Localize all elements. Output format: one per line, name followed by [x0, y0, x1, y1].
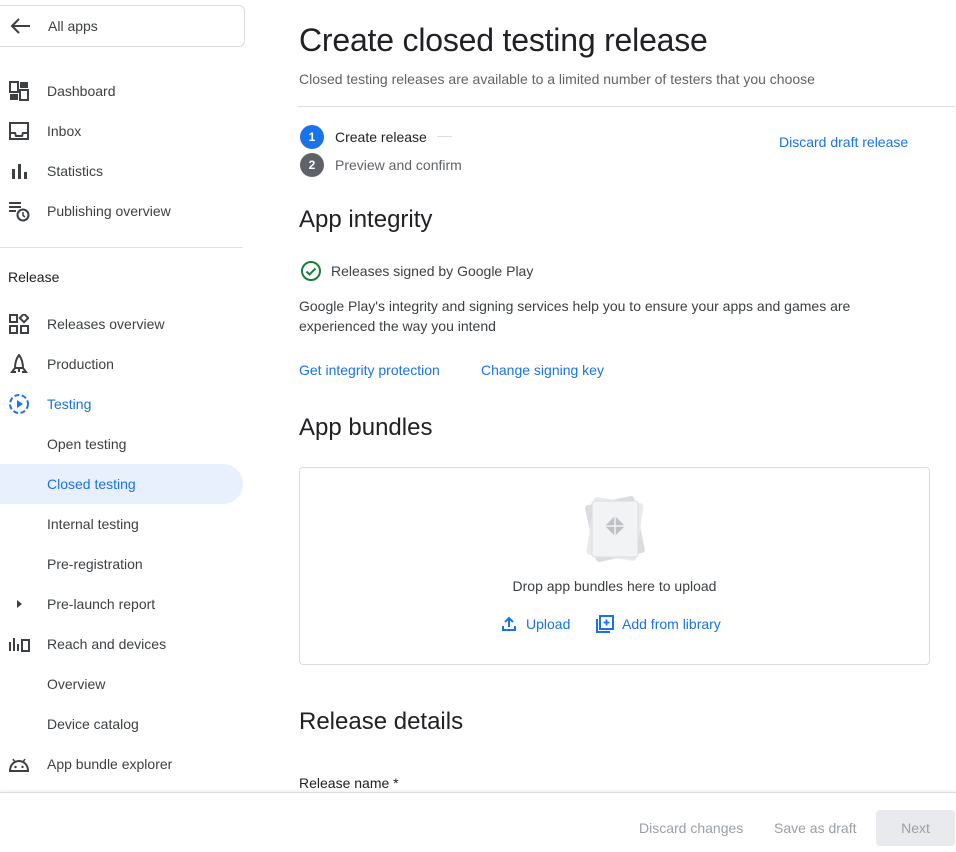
add-from-library-label: Add from library [622, 616, 721, 632]
upload-label: Upload [526, 616, 571, 632]
sidebar-item-app-bundle-explorer[interactable]: App bundle explorer [0, 744, 243, 784]
caret-right-icon[interactable] [8, 593, 30, 615]
sidebar-item-label: Releases overview [47, 316, 165, 332]
releases-overview-icon [8, 313, 30, 335]
integrity-status: Releases signed by Google Play [300, 260, 533, 282]
sidebar-item-reach-and-devices[interactable]: Reach and devices [0, 624, 243, 664]
upload-button[interactable]: Upload [500, 615, 570, 633]
reach-devices-icon [8, 633, 30, 655]
sidebar-item-closed-testing[interactable]: Closed testing [0, 464, 243, 504]
sidebar-item-label: Pre-launch report [47, 596, 156, 612]
sidebar-item-label: Testing [47, 396, 92, 412]
bar-chart-icon [8, 160, 30, 182]
sidebar: All apps Dashboard Inbox Statistics Publ… [0, 0, 245, 792]
library-add-icon [596, 615, 614, 633]
sidebar-item-label: Device catalog [47, 716, 139, 732]
next-button[interactable]: Next [876, 810, 955, 846]
arrow-back-icon [10, 18, 30, 34]
sidebar-divider [0, 247, 243, 248]
change-signing-key-link[interactable]: Change signing key [481, 362, 604, 378]
bundle-upload-illustration [585, 495, 645, 563]
header-divider [298, 106, 955, 107]
release-name-label: Release name * [299, 775, 399, 791]
upload-icon [502, 616, 516, 631]
sidebar-item-label: Publishing overview [47, 203, 171, 219]
production-icon [8, 353, 30, 375]
add-from-library-button[interactable]: Add from library [596, 615, 721, 633]
sidebar-item-label: Statistics [47, 163, 104, 179]
step-preview-confirm: 2 Preview and confirm [300, 153, 462, 177]
step-number: 2 [300, 153, 324, 177]
testing-icon [8, 393, 30, 415]
sidebar-item-label: App bundle explorer [47, 756, 173, 772]
sidebar-item-publishing-overview[interactable]: Publishing overview [0, 191, 243, 231]
sidebar-item-inbox[interactable]: Inbox [0, 111, 243, 151]
app-bundles-heading: App bundles [299, 414, 433, 441]
sidebar-item-open-testing[interactable]: Open testing [0, 424, 243, 464]
sidebar-item-dashboard[interactable]: Dashboard [0, 71, 243, 111]
step-connector [437, 136, 452, 137]
sidebar-item-label: Overview [47, 676, 106, 692]
sidebar-item-pre-registration[interactable]: Pre-registration [0, 544, 243, 584]
step-number: 1 [300, 125, 324, 149]
sidebar-item-label: Closed testing [47, 476, 136, 492]
main-content: Create closed testing release Closed tes… [245, 0, 956, 792]
sidebar-item-label: Internal testing [47, 516, 139, 532]
bundle-dropzone[interactable]: Drop app bundles here to upload Upload A… [299, 467, 930, 665]
sidebar-item-label: Pre-registration [47, 556, 143, 572]
android-icon [8, 753, 30, 775]
dashboard-icon [8, 80, 30, 102]
footer-bar: Discard changes Save as draft Next [0, 792, 956, 852]
inbox-icon [8, 120, 30, 142]
check-circle-icon [301, 261, 321, 281]
publishing-overview-icon [8, 200, 30, 222]
step-label: Preview and confirm [335, 157, 462, 173]
app-integrity-heading: App integrity [299, 206, 433, 233]
save-as-draft-button[interactable]: Save as draft [774, 820, 857, 836]
discard-changes-button[interactable]: Discard changes [639, 820, 743, 836]
sidebar-item-overview[interactable]: Overview [0, 664, 243, 704]
step-create-release: 1 Create release [300, 125, 427, 149]
sidebar-item-device-catalog[interactable]: Device catalog [0, 704, 243, 744]
sidebar-item-label: Production [47, 356, 114, 372]
sidebar-item-testing[interactable]: Testing [0, 384, 243, 424]
sidebar-item-statistics[interactable]: Statistics [0, 151, 243, 191]
sidebar-item-label: Reach and devices [47, 636, 167, 652]
release-details-heading: Release details [299, 708, 464, 735]
get-integrity-protection-link[interactable]: Get integrity protection [299, 362, 440, 378]
sidebar-item-label: Open testing [47, 436, 127, 452]
drop-instructions: Drop app bundles here to upload [512, 578, 717, 594]
sidebar-item-internal-testing[interactable]: Internal testing [0, 504, 243, 544]
sidebar-item-label: Inbox [47, 123, 82, 139]
sidebar-section-release: Release [8, 269, 60, 285]
sidebar-item-production[interactable]: Production [0, 344, 243, 384]
discard-draft-button[interactable]: Discard draft release [779, 134, 908, 150]
sidebar-item-pre-launch-report[interactable]: Pre-launch report [0, 584, 243, 624]
all-apps-label: All apps [48, 18, 98, 34]
integrity-status-text: Releases signed by Google Play [331, 263, 534, 279]
page-subtitle: Closed testing releases are available to… [299, 71, 815, 87]
page-title: Create closed testing release [299, 22, 708, 58]
step-label: Create release [335, 129, 427, 145]
sidebar-item-releases-overview[interactable]: Releases overview [0, 304, 243, 344]
all-apps-button[interactable]: All apps [0, 5, 245, 47]
integrity-description: Google Play's integrity and signing serv… [299, 298, 851, 334]
sidebar-item-label: Dashboard [47, 83, 116, 99]
